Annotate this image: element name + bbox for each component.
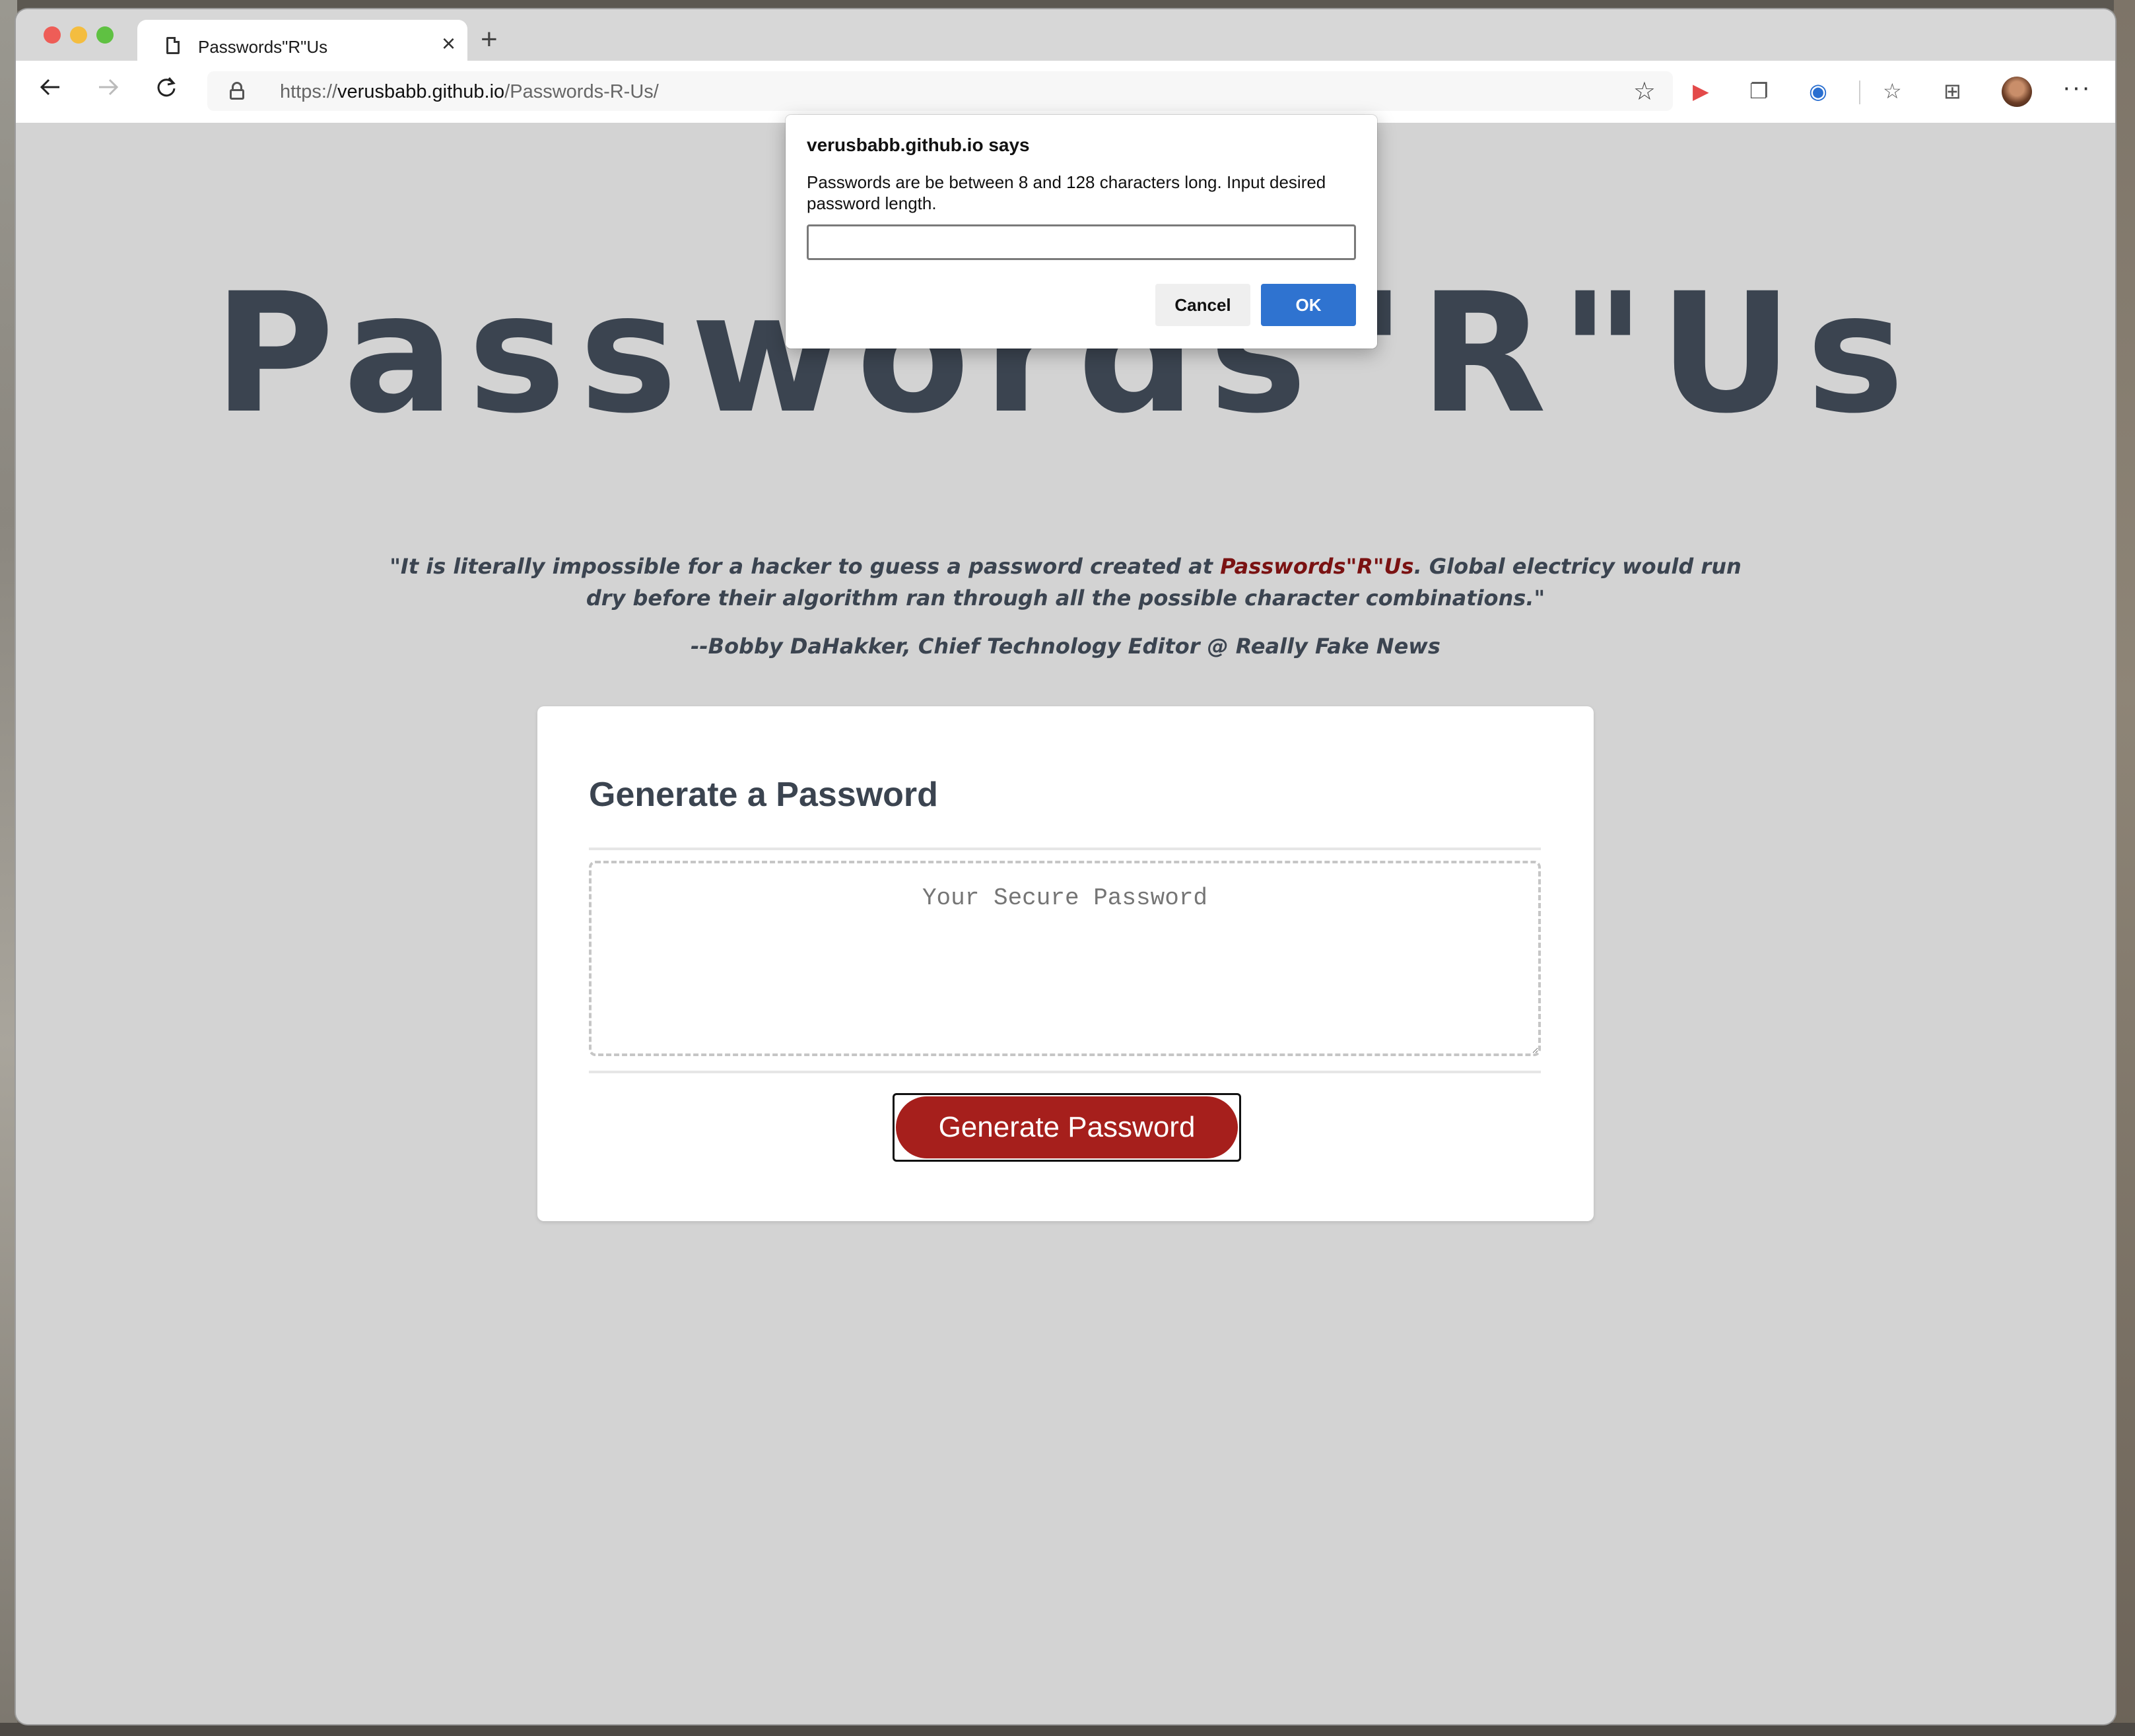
star-icon[interactable]: ☆ [1633, 77, 1656, 106]
reload-button[interactable] [154, 75, 178, 104]
tab-title: Passwords"R"Us [198, 37, 328, 57]
toolbar-divider [1859, 81, 1860, 104]
collections-icon[interactable]: ⊞ [1944, 79, 1961, 103]
generate-button-focus-ring: Generate Password [893, 1093, 1241, 1162]
url-path: /Passwords-R-Us/ [504, 81, 659, 102]
page-icon [166, 37, 180, 54]
url-scheme: https:// [280, 81, 338, 102]
password-length-input[interactable] [807, 224, 1356, 260]
extension-red-icon[interactable]: ▶ [1693, 79, 1709, 103]
close-window-button[interactable] [44, 26, 61, 44]
tab-close-icon[interactable]: × [442, 32, 456, 55]
quote-text-start: "It is literally impossible for a hacker… [390, 554, 1221, 579]
desktop-backdrop-right [2114, 0, 2135, 1736]
quote-attribution: --Bobby DaHakker, Chief Technology Edito… [691, 634, 1440, 659]
arrow-right-icon [99, 79, 119, 96]
tab-passwords-r-us[interactable]: Passwords"R"Us × [137, 20, 467, 61]
address-bar[interactable]: https://verusbabb.github.io/Passwords-R-… [207, 71, 1673, 111]
arrow-left-icon [40, 79, 59, 96]
prompt-dialog: verusbabb.github.io says Passwords are b… [786, 115, 1377, 349]
card-title: Generate a Password [589, 776, 938, 814]
password-output[interactable] [589, 861, 1541, 1056]
url-text: https://verusbabb.github.io/Passwords-R-… [280, 81, 659, 103]
dialog-message: Passwords are be between 8 and 128 chara… [807, 172, 1326, 213]
url-host: verusbabb.github.io [337, 81, 505, 102]
desktop-backdrop-left [0, 0, 17, 1736]
zoom-window-button[interactable] [96, 26, 114, 44]
dialog-title: verusbabb.github.io says [807, 135, 1030, 155]
tab-strip: Passwords"R"Us × + [16, 9, 2115, 61]
more-icon[interactable]: ··· [2062, 74, 2091, 102]
new-tab-button[interactable]: + [481, 25, 498, 54]
avatar[interactable] [2002, 77, 2032, 107]
minimize-window-button[interactable] [70, 26, 87, 44]
page-content: Passwords"R"Us "It is literally impossib… [16, 123, 2115, 1724]
favorites-list-icon[interactable]: ☆ [1883, 79, 1902, 103]
browser-window: Passwords"R"Us × + https://verusbabb.git… [16, 9, 2115, 1724]
reload-icon [157, 77, 176, 97]
back-button[interactable] [38, 75, 62, 104]
generate-password-button[interactable]: Generate Password [896, 1096, 1238, 1158]
desktop-backdrop-bottom [0, 1723, 2135, 1736]
cancel-button[interactable]: Cancel [1155, 284, 1250, 326]
quote-brand: Passwords"R"Us [1220, 554, 1414, 579]
password-card: Generate a Password Generate Password [537, 706, 1594, 1221]
testimonial-quote: "It is literally impossible for a hacker… [386, 551, 1745, 614]
forward-button[interactable] [96, 75, 120, 104]
ok-button[interactable]: OK [1261, 284, 1356, 326]
card-divider-bottom [589, 1071, 1541, 1073]
extension-password-icon[interactable]: ◉ [1809, 79, 1827, 103]
extension-copy-icon[interactable]: ❐ [1749, 79, 1769, 103]
lock-icon[interactable] [230, 82, 244, 100]
card-divider-top [589, 848, 1541, 850]
